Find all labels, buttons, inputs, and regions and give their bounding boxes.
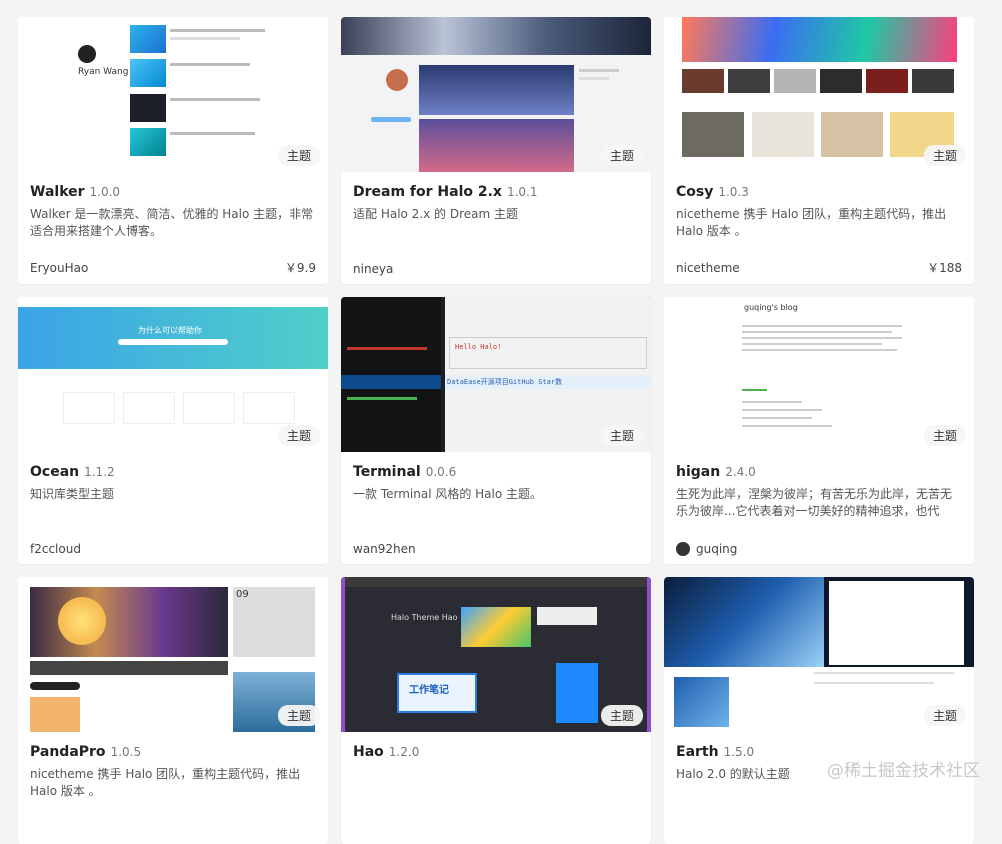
theme-card-dream[interactable]: 主题 Dream for Halo 2.x 1.0.1 适配 Halo 2.x 的… bbox=[341, 17, 651, 284]
theme-version: 1.0.0 bbox=[89, 185, 121, 199]
theme-title: PandaPro 1.0.5 bbox=[30, 741, 316, 760]
theme-tag: 主题 bbox=[923, 705, 966, 726]
theme-preview: Halo Theme Hao 工作笔记 主题 bbox=[341, 577, 651, 732]
theme-card-ocean[interactable]: 为什么可以帮助你 主题 Ocean 1.1.2 知识库类型主题 f2ccloud bbox=[18, 297, 328, 564]
theme-card-terminal[interactable]: Hello Halo! DataEase开源项目GitHub Star数 主题 … bbox=[341, 297, 651, 564]
theme-title: Dream for Halo 2.x 1.0.1 bbox=[353, 181, 639, 200]
theme-version: 1.0.5 bbox=[110, 745, 142, 759]
theme-preview: 为什么可以帮助你 主题 bbox=[18, 297, 328, 452]
theme-title: Cosy 1.0.3 bbox=[676, 181, 962, 200]
theme-tag: 主题 bbox=[277, 705, 320, 726]
theme-tag: 主题 bbox=[923, 425, 966, 446]
theme-price: ￥9.9 bbox=[284, 261, 316, 275]
thumb-text: Ryan Wang bbox=[78, 67, 129, 77]
theme-version: 0.0.6 bbox=[425, 465, 457, 479]
theme-preview: 主题 bbox=[664, 17, 974, 172]
theme-card-hao[interactable]: Halo Theme Hao 工作笔记 主题 Hao 1.2.0 bbox=[341, 577, 651, 844]
theme-version: 1.1.2 bbox=[84, 465, 115, 479]
watermark: @稀土掘金技术社区 bbox=[827, 761, 980, 781]
theme-card-higan[interactable]: guqing's blog 主题 higan 2.4.0 生死为此岸，涅槃为彼岸；… bbox=[664, 297, 974, 564]
theme-card-pandapro[interactable]: 09 主题 PandaPro 1.0.5 nicetheme 携手 Halo 团队… bbox=[18, 577, 328, 844]
theme-tag: 主题 bbox=[600, 145, 643, 166]
theme-version: 1.5.0 bbox=[723, 745, 755, 759]
theme-author[interactable]: nicetheme bbox=[676, 261, 740, 275]
theme-author: guqing bbox=[696, 542, 738, 556]
theme-title: Hao 1.2.0 bbox=[353, 741, 639, 760]
theme-version: 1.0.1 bbox=[506, 185, 538, 199]
author-avatar bbox=[676, 542, 690, 556]
theme-name: PandaPro bbox=[30, 744, 106, 760]
theme-preview: 主题 bbox=[664, 577, 974, 732]
theme-version: 1.0.3 bbox=[718, 185, 749, 199]
thumb-text: 09 bbox=[236, 589, 249, 600]
theme-description: nicetheme 携手 Halo 团队，重构主题代码，推出 Halo 版本 。 bbox=[676, 207, 947, 238]
theme-title: Ocean 1.1.2 bbox=[30, 461, 316, 480]
theme-name: Terminal bbox=[353, 464, 421, 480]
theme-name: Ocean bbox=[30, 464, 80, 480]
theme-description: nicetheme 携手 Halo 团队，重构主题代码，推出 Halo 版本 。 bbox=[30, 767, 301, 798]
theme-version: 1.2.0 bbox=[388, 745, 420, 759]
theme-author[interactable]: nineya bbox=[353, 262, 393, 276]
theme-preview: Ryan Wang 主题 bbox=[18, 17, 328, 172]
theme-tag: 主题 bbox=[600, 425, 643, 446]
theme-preview: 09 主题 bbox=[18, 577, 328, 732]
theme-name: Hao bbox=[353, 744, 384, 760]
theme-preview: Hello Halo! DataEase开源项目GitHub Star数 主题 bbox=[341, 297, 651, 452]
theme-author[interactable]: f2ccloud bbox=[30, 542, 81, 556]
theme-description: 知识库类型主题 bbox=[30, 487, 115, 501]
theme-description: Walker 是一款漂亮、简洁、优雅的 Halo 主题，非常适合用来搭建个人博客… bbox=[30, 207, 314, 238]
theme-preview: guqing's blog 主题 bbox=[664, 297, 974, 452]
theme-title: Walker 1.0.0 bbox=[30, 181, 316, 200]
theme-grid: Ryan Wang 主题 Walker 1.0.0 Walker 是一款漂亮、简洁… bbox=[18, 17, 974, 844]
theme-tag: 主题 bbox=[600, 705, 643, 726]
theme-title: Terminal 0.0.6 bbox=[353, 461, 639, 480]
theme-preview: 主题 bbox=[341, 17, 651, 172]
theme-title: higan 2.4.0 bbox=[676, 461, 962, 480]
theme-name: Walker bbox=[30, 184, 85, 200]
theme-price: ￥188 bbox=[927, 261, 962, 275]
theme-description: 适配 Halo 2.x 的 Dream 主题 bbox=[353, 207, 519, 221]
thumb-text: 工作笔记 bbox=[409, 685, 449, 696]
theme-description bbox=[353, 766, 639, 800]
theme-author[interactable]: EryouHao bbox=[30, 261, 88, 275]
thumb-text: Hello Halo! bbox=[455, 343, 502, 351]
theme-description: 生死为此岸，涅槃为彼岸；有苦无乐为此岸，无苦无乐为彼岸...它代表着对一切美好的… bbox=[676, 487, 953, 518]
theme-author-group[interactable]: guqing bbox=[676, 542, 737, 556]
theme-tag: 主题 bbox=[923, 145, 966, 166]
theme-author[interactable]: wan92hen bbox=[353, 542, 416, 556]
thumb-text: DataEase开源项目GitHub Star数 bbox=[447, 378, 563, 386]
theme-tag: 主题 bbox=[277, 425, 320, 446]
thumb-text: guqing's blog bbox=[744, 303, 798, 312]
theme-card-earth[interactable]: 主题 Earth 1.5.0 Halo 2.0 的默认主题 bbox=[664, 577, 974, 844]
thumb-text: Halo Theme Hao bbox=[391, 613, 458, 622]
theme-description: 一款 Terminal 风格的 Halo 主题。 bbox=[353, 487, 543, 501]
theme-tag: 主题 bbox=[277, 145, 320, 166]
theme-name: Dream for Halo 2.x bbox=[353, 184, 502, 200]
theme-name: Earth bbox=[676, 744, 719, 760]
theme-name: Cosy bbox=[676, 184, 714, 200]
theme-name: higan bbox=[676, 464, 721, 480]
theme-card-walker[interactable]: Ryan Wang 主题 Walker 1.0.0 Walker 是一款漂亮、简洁… bbox=[18, 17, 328, 284]
thumb-text: 为什么可以帮助你 bbox=[138, 326, 202, 335]
theme-version: 2.4.0 bbox=[725, 465, 756, 479]
theme-card-cosy[interactable]: 主题 Cosy 1.0.3 nicetheme 携手 Halo 团队，重构主题代码… bbox=[664, 17, 974, 284]
